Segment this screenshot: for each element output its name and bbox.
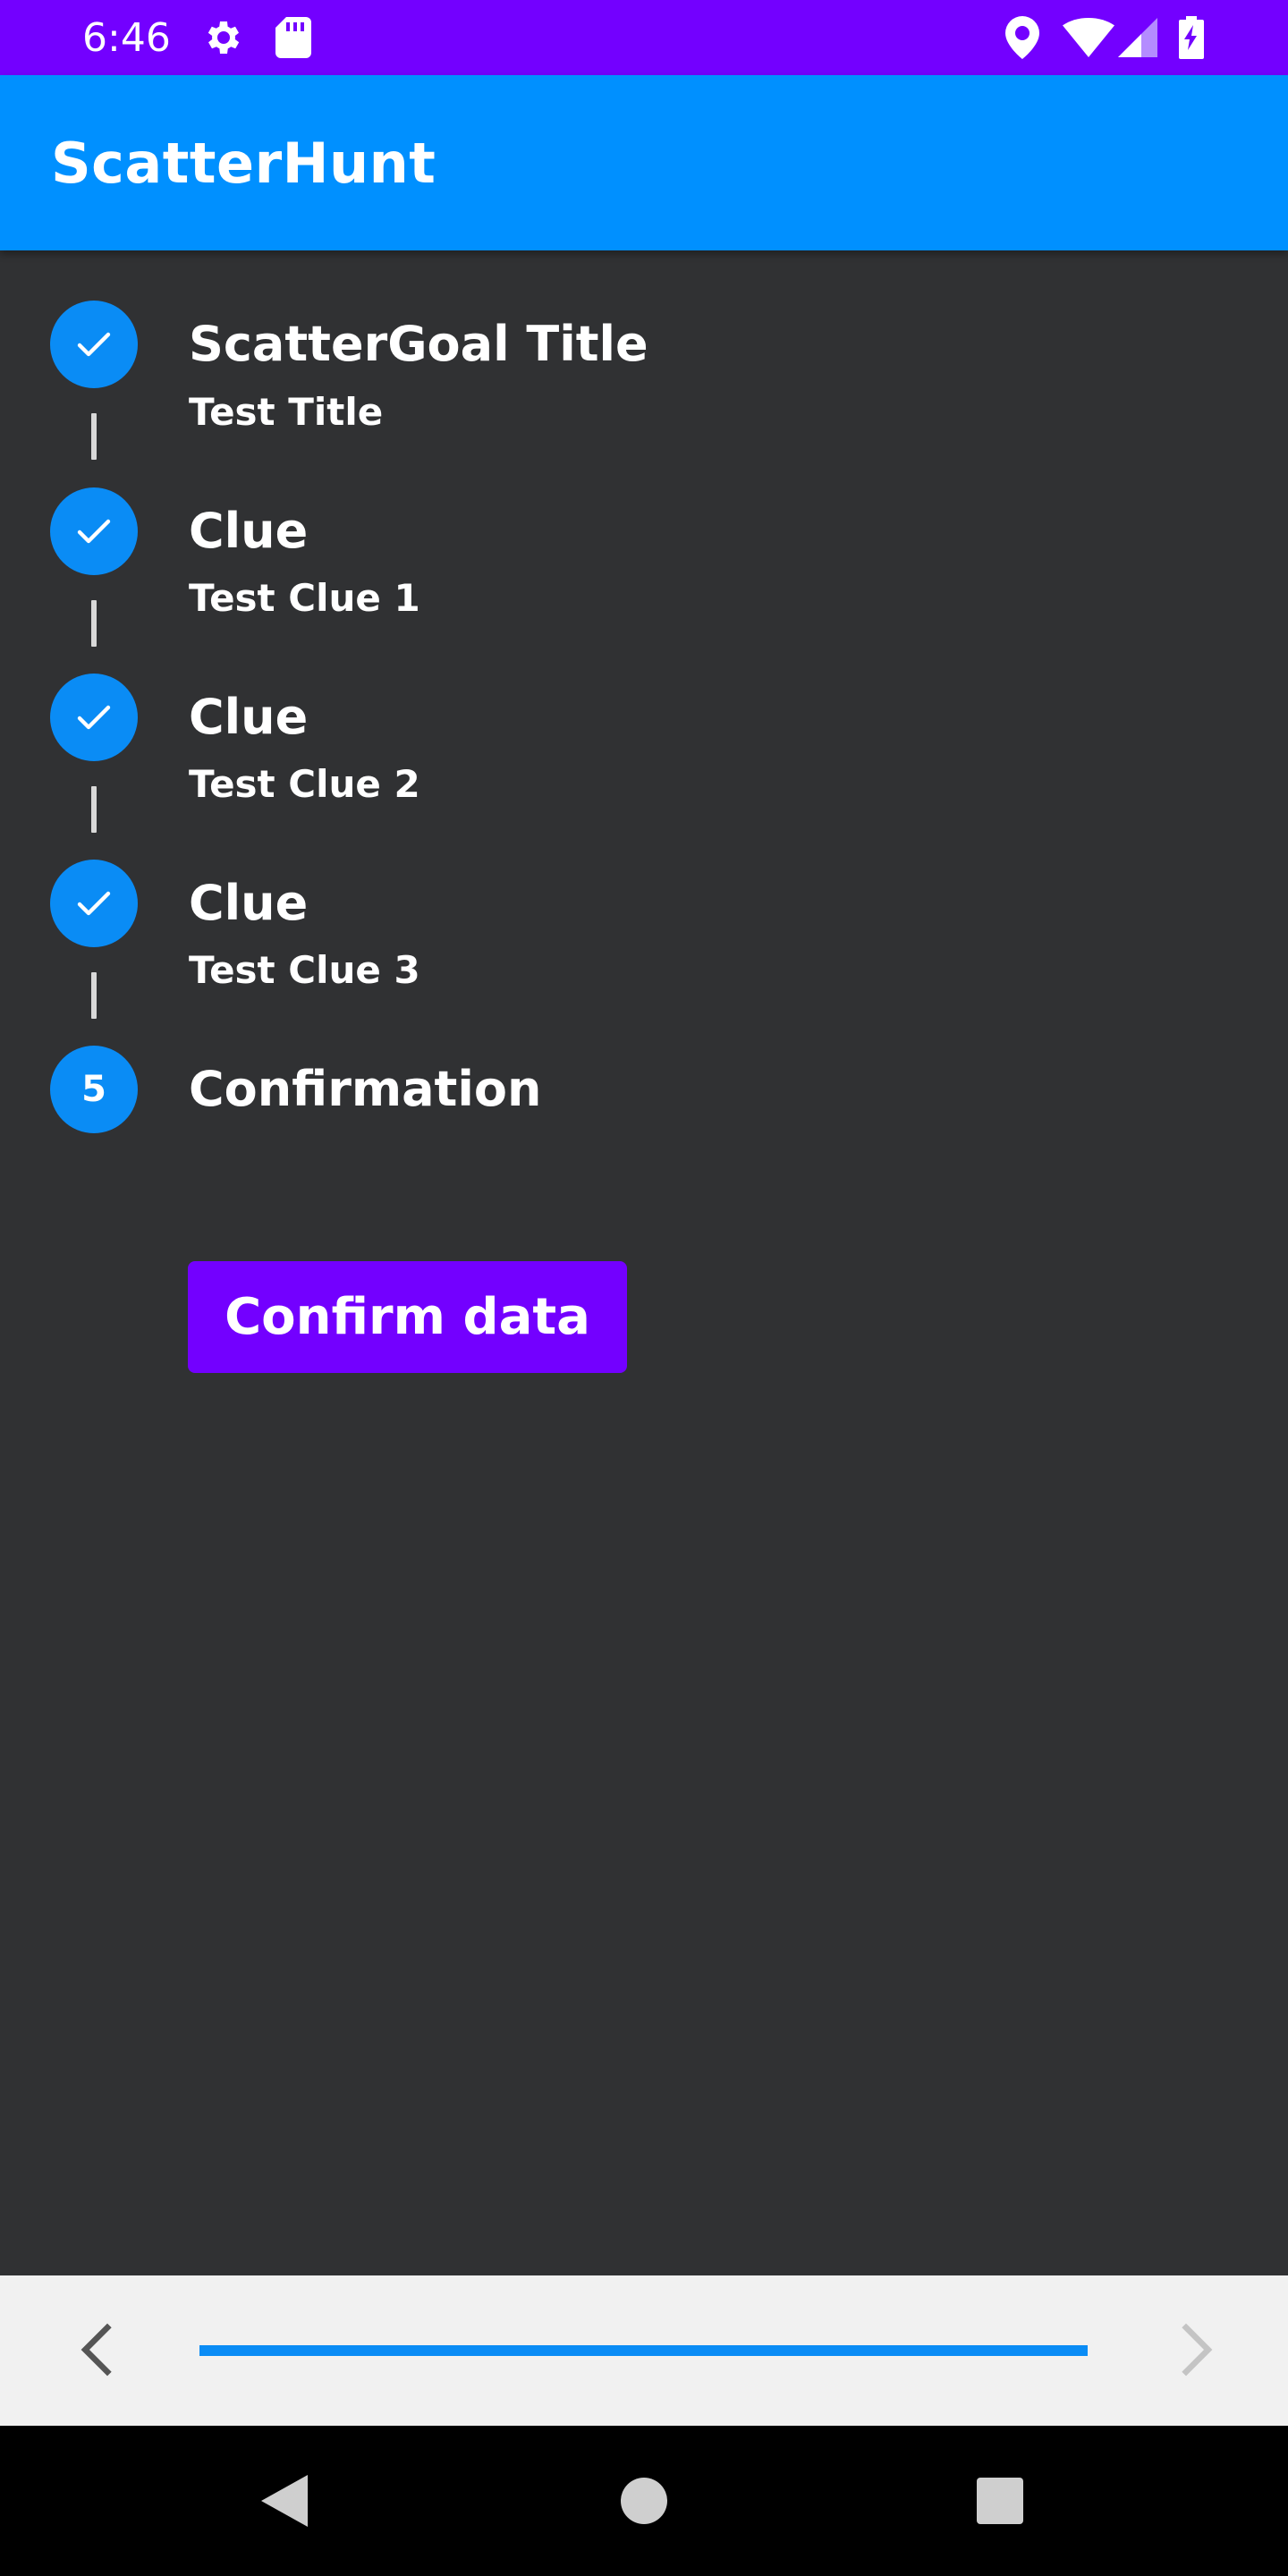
step-1-indicator[interactable] [50,301,138,388]
chevron-right-icon[interactable] [1166,2320,1225,2379]
check-icon [77,705,111,730]
chevron-left-icon[interactable] [68,2320,127,2379]
confirm-data-button[interactable]: Confirm data [188,1261,627,1373]
check-icon [77,891,111,916]
back-triangle-icon[interactable] [261,2426,308,2576]
step-connector [91,600,97,647]
step-2-subtitle: Test Clue 1 [189,576,420,620]
battery-charging-icon [1179,0,1204,75]
step-2-title[interactable]: Clue [189,507,308,555]
step-4-title[interactable]: Clue [189,879,308,928]
step-1-title[interactable]: ScatterGoal Title [189,320,648,369]
check-icon [77,519,111,544]
check-icon [77,332,111,357]
step-2-indicator[interactable] [50,487,138,575]
step-5-indicator[interactable]: 5 [50,1046,138,1133]
app-title: ScatterHunt [51,130,436,196]
step-1-subtitle: Test Title [189,390,384,434]
location-pin-icon [1005,0,1039,75]
step-connector [91,786,97,833]
step-connector [91,972,97,1019]
step-4-indicator[interactable] [50,860,138,947]
recents-square-icon[interactable] [977,2426,1023,2576]
step-3-title[interactable]: Clue [189,693,308,741]
step-4-subtitle: Test Clue 3 [189,948,420,992]
status-bar: 6:46 [0,0,1288,75]
status-time: 6:46 [82,14,171,61]
system-nav-bar [0,2426,1288,2576]
step-5-number: 5 [81,1069,106,1110]
cell-signal-icon [1118,0,1157,75]
step-progress-fill [199,2345,1088,2356]
home-circle-icon[interactable] [621,2426,667,2576]
gear-icon [202,0,245,75]
step-5-title[interactable]: Confirmation [189,1065,541,1114]
app-bar: ScatterHunt [0,75,1288,250]
step-3-indicator[interactable] [50,674,138,761]
step-progress-bar [199,2345,1088,2356]
wifi-icon [1063,0,1114,75]
stepper-bottom-nav [0,2275,1288,2426]
sd-card-icon [275,0,311,75]
step-connector [91,413,97,460]
step-3-subtitle: Test Clue 2 [189,762,420,806]
